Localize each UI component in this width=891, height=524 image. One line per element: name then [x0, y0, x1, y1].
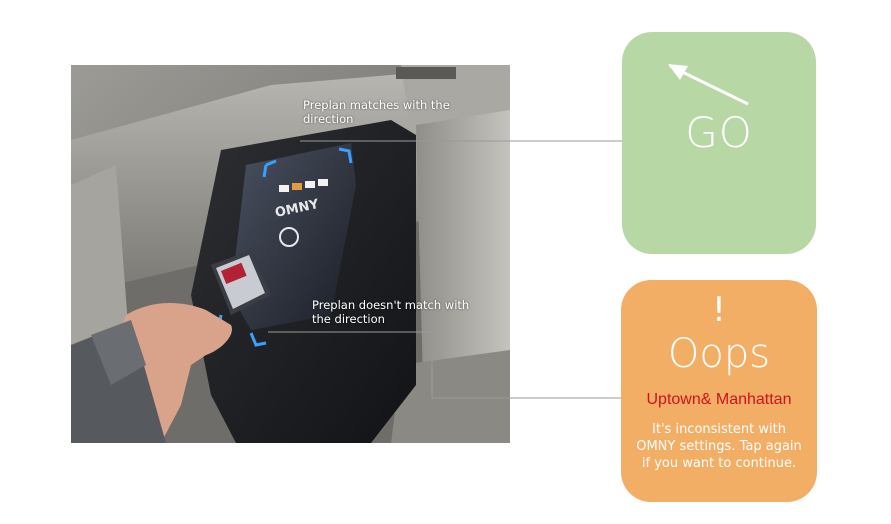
go-card: GO [622, 32, 816, 254]
mismatch-annotation: Preplan doesn't match with the direction [312, 298, 470, 326]
oops-title: Oops [667, 331, 771, 377]
match-annotation: Preplan matches with the direction [303, 98, 450, 126]
direction-label: Uptown& Manhattan [646, 391, 792, 408]
exclamation-icon: ! [712, 290, 726, 330]
go-label: GO [685, 108, 753, 157]
diagonal-arrow-icon [668, 64, 749, 106]
oops-message: It's inconsistent with OMNY settings. Ta… [636, 422, 802, 471]
oops-card: ! Oops Uptown& Manhattan It's inconsiste… [621, 280, 817, 502]
